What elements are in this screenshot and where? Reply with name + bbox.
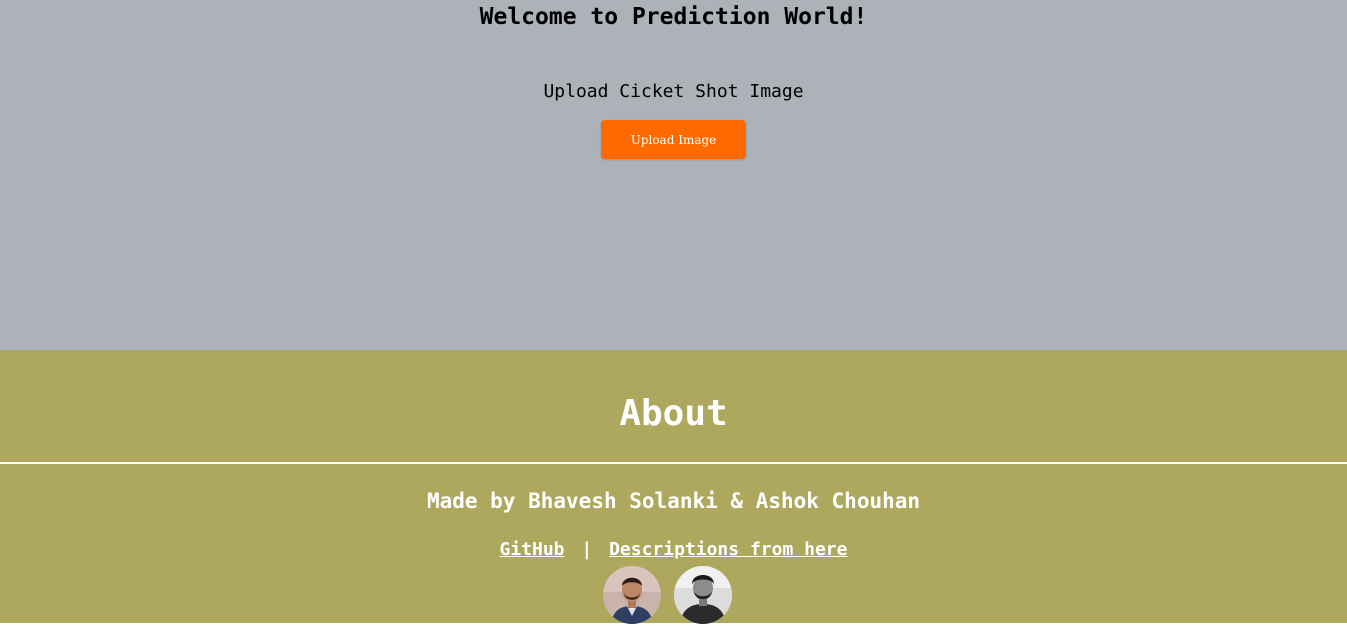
page-title: Welcome to Prediction World! — [479, 4, 868, 30]
upload-label: Upload Cicket Shot Image — [543, 81, 804, 102]
upload-image-button[interactable]: Upload Image — [601, 120, 746, 159]
about-section: About Made by Bhavesh Solanki & Ashok Ch… — [0, 350, 1347, 626]
upload-section: Welcome to Prediction World! Upload Cick… — [0, 0, 1347, 350]
author-2-avatar — [674, 566, 732, 624]
about-links: GitHub | Descriptions from here — [0, 538, 1347, 562]
credits-text: Made by Bhavesh Solanki & Ashok Chouhan — [426, 489, 921, 513]
descriptions-link[interactable]: Descriptions from here — [609, 539, 847, 560]
author-avatars — [603, 566, 743, 626]
about-title: About — [619, 393, 728, 434]
author-1-avatar — [603, 566, 661, 624]
about-divider — [0, 462, 1347, 464]
link-separator: | — [581, 539, 593, 560]
github-link[interactable]: GitHub — [500, 539, 565, 560]
